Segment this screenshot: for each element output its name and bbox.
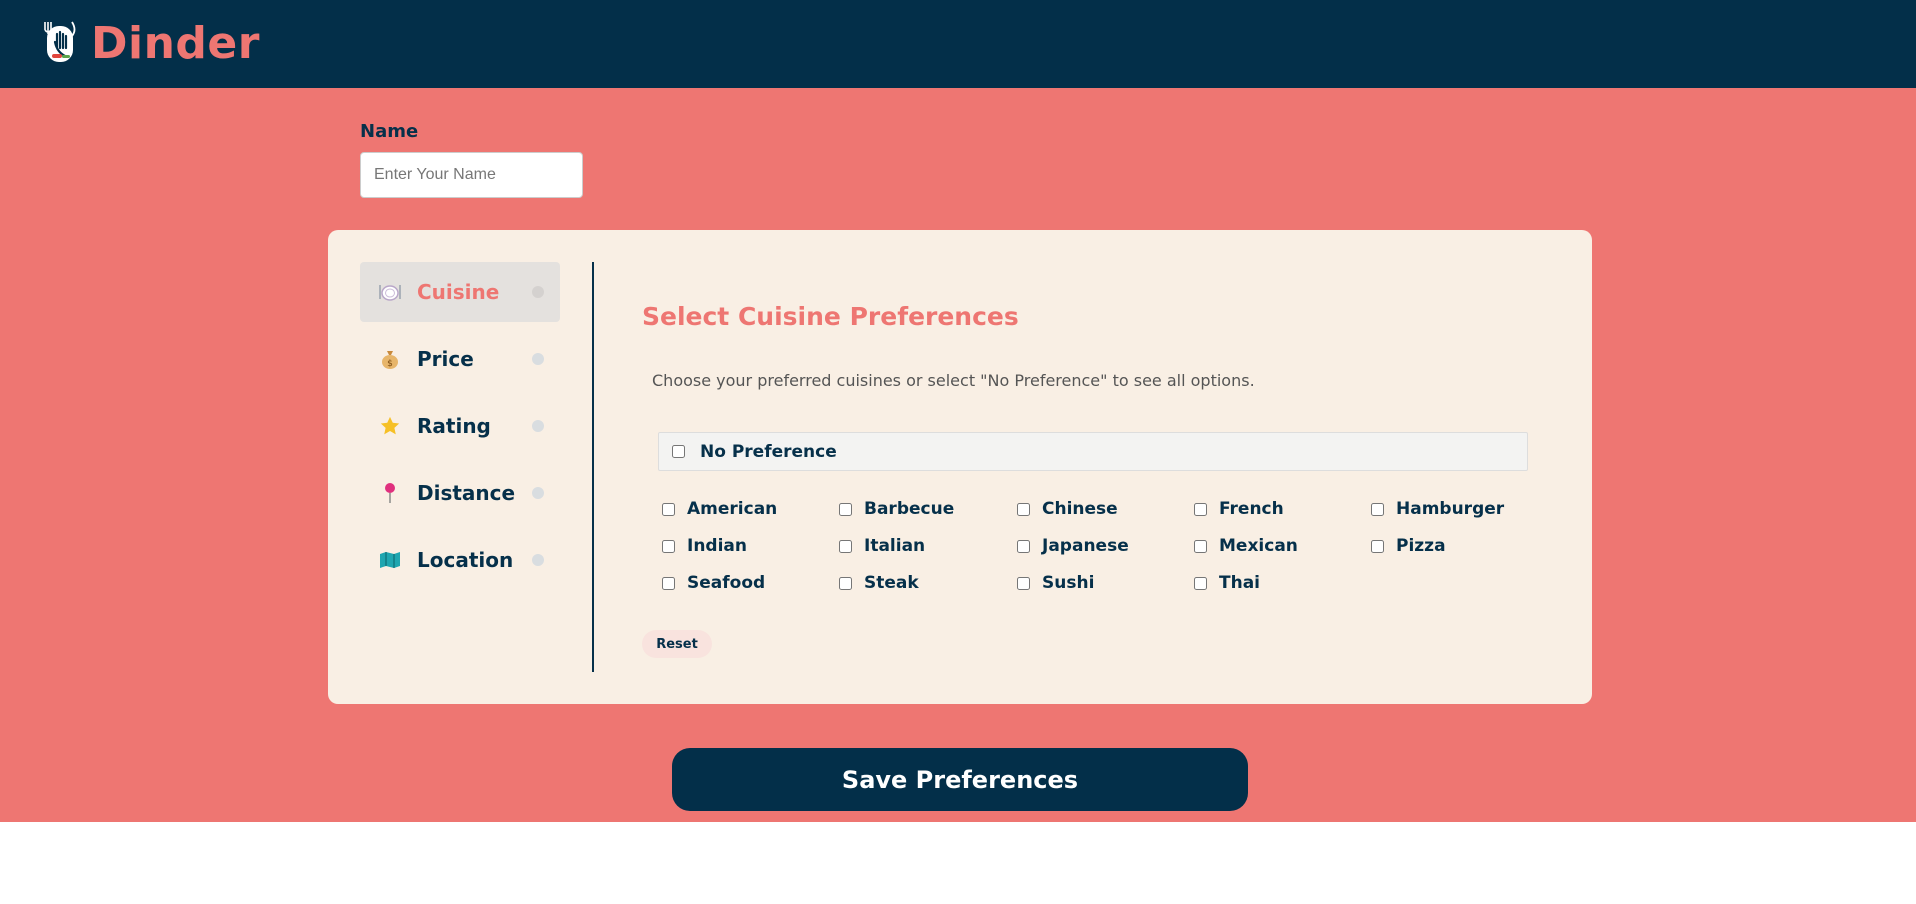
cuisine-label: Barbecue	[864, 499, 955, 519]
no-preference-checkbox[interactable]	[672, 445, 685, 458]
cuisine-label: Japanese	[1042, 536, 1129, 556]
cuisine-checkbox[interactable]	[1017, 576, 1030, 590]
cuisine-option-barbecue[interactable]: Barbecue	[839, 494, 1009, 524]
cuisine-label: Italian	[864, 536, 926, 556]
cuisine-label: American	[687, 499, 778, 519]
nav-label-cuisine: Cuisine	[417, 280, 500, 304]
cuisine-checkbox[interactable]	[1017, 502, 1030, 516]
cuisine-option-sushi[interactable]: Sushi	[1017, 568, 1187, 598]
no-preference-label: No Preference	[700, 441, 837, 462]
cuisine-label: Indian	[687, 536, 747, 556]
map-icon	[378, 548, 402, 572]
cuisine-checkbox[interactable]	[1371, 539, 1384, 553]
cuisine-label: Seafood	[687, 573, 766, 593]
plate-icon	[378, 280, 402, 304]
cuisine-option-thai[interactable]: Thai	[1194, 568, 1364, 598]
cuisine-label: Pizza	[1396, 536, 1446, 556]
cuisine-label: French	[1219, 499, 1284, 519]
nav-item-distance[interactable]: Distance	[360, 463, 560, 523]
cuisine-option-japanese[interactable]: Japanese	[1017, 531, 1187, 561]
cuisine-checkbox[interactable]	[1371, 502, 1384, 516]
cuisine-checkbox[interactable]	[1194, 576, 1207, 590]
cuisine-checkbox[interactable]	[1017, 539, 1030, 553]
cuisine-checkbox[interactable]	[1194, 539, 1207, 553]
nav-label-price: Price	[417, 347, 474, 371]
cuisine-option-seafood[interactable]: Seafood	[662, 568, 832, 598]
cuisine-option-french[interactable]: French	[1194, 494, 1364, 524]
save-preferences-button[interactable]: Save Preferences	[672, 748, 1248, 811]
section-description: Choose your preferred cuisines or select…	[652, 371, 1255, 390]
cuisine-label: Steak	[864, 573, 919, 593]
cuisine-label: Chinese	[1042, 499, 1118, 519]
logo-icon	[44, 21, 76, 62]
cuisine-label: Thai	[1219, 573, 1260, 593]
cuisine-checkbox[interactable]	[662, 576, 675, 590]
nav-label-distance: Distance	[417, 481, 516, 505]
cuisine-option-pizza[interactable]: Pizza	[1371, 531, 1541, 561]
cuisine-option-steak[interactable]: Steak	[839, 568, 1009, 598]
cuisine-option-american[interactable]: American	[662, 494, 832, 524]
nav-status-dot	[532, 487, 544, 499]
name-label: Name	[360, 121, 419, 142]
cuisine-checkbox[interactable]	[662, 539, 675, 553]
app-header: Dinder	[0, 0, 1916, 88]
cuisine-option-chinese[interactable]: Chinese	[1017, 494, 1187, 524]
nav-item-price[interactable]: $ Price	[360, 329, 560, 389]
cuisine-option-italian[interactable]: Italian	[839, 531, 1009, 561]
reset-button[interactable]: Reset	[642, 630, 712, 658]
star-icon	[378, 414, 402, 438]
cuisine-checkbox[interactable]	[662, 502, 675, 516]
cuisine-checkbox[interactable]	[839, 502, 852, 516]
nav-label-location: Location	[417, 548, 514, 572]
cuisine-option-mexican[interactable]: Mexican	[1194, 531, 1364, 561]
nav-status-dot	[532, 554, 544, 566]
name-input[interactable]	[360, 152, 583, 198]
cuisine-label: Hamburger	[1396, 499, 1505, 519]
section-title: Select Cuisine Preferences	[642, 302, 1019, 331]
cuisine-label: Mexican	[1219, 536, 1298, 556]
preferences-nav: Cuisine $ Price Rating Distance Location	[360, 262, 560, 597]
nav-item-rating[interactable]: Rating	[360, 396, 560, 456]
cuisine-checkbox[interactable]	[839, 576, 852, 590]
no-preference-option[interactable]: No Preference	[658, 432, 1528, 471]
nav-item-cuisine[interactable]: Cuisine	[360, 262, 560, 322]
nav-divider	[592, 262, 594, 672]
cuisine-checkbox[interactable]	[1194, 502, 1207, 516]
cuisine-label: Sushi	[1042, 573, 1095, 593]
cuisine-checkbox[interactable]	[839, 539, 852, 553]
nav-status-dot	[532, 286, 544, 298]
cuisine-option-hamburger[interactable]: Hamburger	[1371, 494, 1541, 524]
nav-status-dot	[532, 353, 544, 365]
svg-text:$: $	[387, 359, 393, 369]
nav-status-dot	[532, 420, 544, 432]
money-bag-icon: $	[378, 347, 402, 371]
nav-label-rating: Rating	[417, 414, 491, 438]
pin-icon	[378, 481, 402, 505]
nav-item-location[interactable]: Location	[360, 530, 560, 590]
cuisine-option-indian[interactable]: Indian	[662, 531, 832, 561]
preferences-card: Cuisine $ Price Rating Distance Location…	[328, 230, 1592, 704]
brand-title: Dinder	[91, 18, 260, 69]
